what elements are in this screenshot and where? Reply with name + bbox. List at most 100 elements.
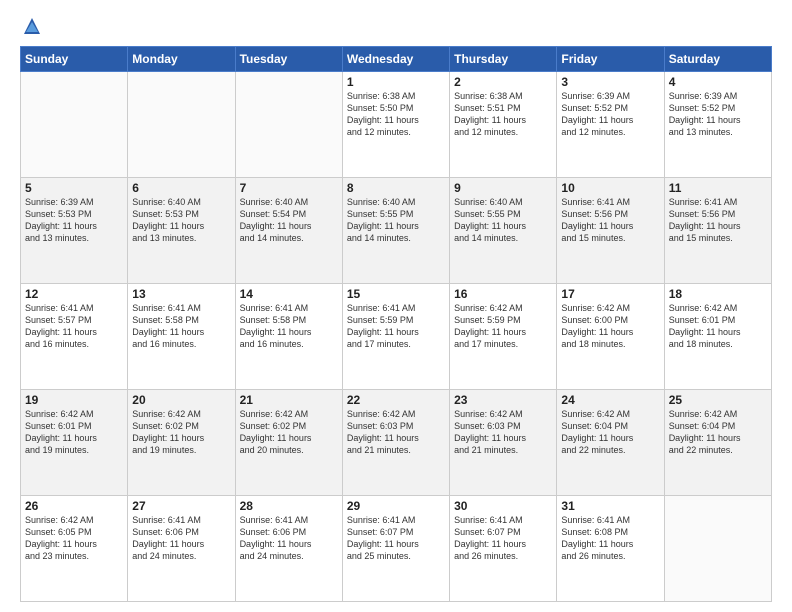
day-info: Sunrise: 6:38 AM Sunset: 5:50 PM Dayligh…	[347, 90, 445, 139]
calendar-cell: 16Sunrise: 6:42 AM Sunset: 5:59 PM Dayli…	[450, 284, 557, 390]
logo	[20, 16, 42, 36]
day-info: Sunrise: 6:40 AM Sunset: 5:55 PM Dayligh…	[454, 196, 552, 245]
day-info: Sunrise: 6:41 AM Sunset: 6:08 PM Dayligh…	[561, 514, 659, 563]
day-number: 15	[347, 287, 445, 301]
calendar-cell: 5Sunrise: 6:39 AM Sunset: 5:53 PM Daylig…	[21, 178, 128, 284]
calendar-cell: 18Sunrise: 6:42 AM Sunset: 6:01 PM Dayli…	[664, 284, 771, 390]
day-info: Sunrise: 6:41 AM Sunset: 5:56 PM Dayligh…	[669, 196, 767, 245]
calendar-day-header: Monday	[128, 47, 235, 72]
day-number: 24	[561, 393, 659, 407]
calendar-cell: 10Sunrise: 6:41 AM Sunset: 5:56 PM Dayli…	[557, 178, 664, 284]
day-number: 4	[669, 75, 767, 89]
day-info: Sunrise: 6:42 AM Sunset: 6:03 PM Dayligh…	[454, 408, 552, 457]
day-number: 12	[25, 287, 123, 301]
day-info: Sunrise: 6:41 AM Sunset: 5:58 PM Dayligh…	[240, 302, 338, 351]
day-info: Sunrise: 6:41 AM Sunset: 6:06 PM Dayligh…	[132, 514, 230, 563]
day-number: 20	[132, 393, 230, 407]
day-number: 25	[669, 393, 767, 407]
calendar-day-header: Friday	[557, 47, 664, 72]
calendar-cell: 1Sunrise: 6:38 AM Sunset: 5:50 PM Daylig…	[342, 72, 449, 178]
header	[20, 16, 772, 36]
day-info: Sunrise: 6:41 AM Sunset: 6:07 PM Dayligh…	[454, 514, 552, 563]
calendar-cell: 29Sunrise: 6:41 AM Sunset: 6:07 PM Dayli…	[342, 496, 449, 602]
day-number: 5	[25, 181, 123, 195]
calendar-cell: 22Sunrise: 6:42 AM Sunset: 6:03 PM Dayli…	[342, 390, 449, 496]
calendar-day-header: Saturday	[664, 47, 771, 72]
day-info: Sunrise: 6:42 AM Sunset: 5:59 PM Dayligh…	[454, 302, 552, 351]
day-number: 27	[132, 499, 230, 513]
calendar-cell: 2Sunrise: 6:38 AM Sunset: 5:51 PM Daylig…	[450, 72, 557, 178]
day-number: 9	[454, 181, 552, 195]
day-info: Sunrise: 6:42 AM Sunset: 6:00 PM Dayligh…	[561, 302, 659, 351]
day-number: 7	[240, 181, 338, 195]
calendar-cell: 21Sunrise: 6:42 AM Sunset: 6:02 PM Dayli…	[235, 390, 342, 496]
day-number: 3	[561, 75, 659, 89]
calendar-week-row: 5Sunrise: 6:39 AM Sunset: 5:53 PM Daylig…	[21, 178, 772, 284]
day-number: 31	[561, 499, 659, 513]
calendar-cell	[235, 72, 342, 178]
day-number: 29	[347, 499, 445, 513]
calendar-cell: 8Sunrise: 6:40 AM Sunset: 5:55 PM Daylig…	[342, 178, 449, 284]
calendar-cell: 9Sunrise: 6:40 AM Sunset: 5:55 PM Daylig…	[450, 178, 557, 284]
calendar-cell	[128, 72, 235, 178]
calendar-table: SundayMondayTuesdayWednesdayThursdayFrid…	[20, 46, 772, 602]
calendar-cell: 24Sunrise: 6:42 AM Sunset: 6:04 PM Dayli…	[557, 390, 664, 496]
day-info: Sunrise: 6:41 AM Sunset: 6:06 PM Dayligh…	[240, 514, 338, 563]
day-number: 10	[561, 181, 659, 195]
calendar-cell: 31Sunrise: 6:41 AM Sunset: 6:08 PM Dayli…	[557, 496, 664, 602]
day-number: 28	[240, 499, 338, 513]
calendar-cell: 7Sunrise: 6:40 AM Sunset: 5:54 PM Daylig…	[235, 178, 342, 284]
day-number: 11	[669, 181, 767, 195]
calendar-cell: 6Sunrise: 6:40 AM Sunset: 5:53 PM Daylig…	[128, 178, 235, 284]
day-number: 18	[669, 287, 767, 301]
calendar-cell: 11Sunrise: 6:41 AM Sunset: 5:56 PM Dayli…	[664, 178, 771, 284]
day-number: 26	[25, 499, 123, 513]
day-info: Sunrise: 6:42 AM Sunset: 6:02 PM Dayligh…	[132, 408, 230, 457]
calendar-week-row: 12Sunrise: 6:41 AM Sunset: 5:57 PM Dayli…	[21, 284, 772, 390]
day-number: 30	[454, 499, 552, 513]
calendar-cell: 17Sunrise: 6:42 AM Sunset: 6:00 PM Dayli…	[557, 284, 664, 390]
day-info: Sunrise: 6:42 AM Sunset: 6:02 PM Dayligh…	[240, 408, 338, 457]
day-info: Sunrise: 6:39 AM Sunset: 5:52 PM Dayligh…	[561, 90, 659, 139]
day-info: Sunrise: 6:42 AM Sunset: 6:01 PM Dayligh…	[669, 302, 767, 351]
day-number: 6	[132, 181, 230, 195]
day-number: 14	[240, 287, 338, 301]
calendar-cell: 19Sunrise: 6:42 AM Sunset: 6:01 PM Dayli…	[21, 390, 128, 496]
day-info: Sunrise: 6:40 AM Sunset: 5:53 PM Dayligh…	[132, 196, 230, 245]
calendar-day-header: Tuesday	[235, 47, 342, 72]
calendar-cell	[664, 496, 771, 602]
calendar-cell: 3Sunrise: 6:39 AM Sunset: 5:52 PM Daylig…	[557, 72, 664, 178]
day-info: Sunrise: 6:40 AM Sunset: 5:55 PM Dayligh…	[347, 196, 445, 245]
logo-icon	[22, 16, 42, 36]
page: SundayMondayTuesdayWednesdayThursdayFrid…	[0, 0, 792, 612]
calendar-cell: 13Sunrise: 6:41 AM Sunset: 5:58 PM Dayli…	[128, 284, 235, 390]
day-number: 8	[347, 181, 445, 195]
calendar-cell: 14Sunrise: 6:41 AM Sunset: 5:58 PM Dayli…	[235, 284, 342, 390]
day-number: 23	[454, 393, 552, 407]
calendar-cell: 23Sunrise: 6:42 AM Sunset: 6:03 PM Dayli…	[450, 390, 557, 496]
calendar-week-row: 19Sunrise: 6:42 AM Sunset: 6:01 PM Dayli…	[21, 390, 772, 496]
day-info: Sunrise: 6:39 AM Sunset: 5:53 PM Dayligh…	[25, 196, 123, 245]
calendar-day-header: Wednesday	[342, 47, 449, 72]
day-info: Sunrise: 6:41 AM Sunset: 5:58 PM Dayligh…	[132, 302, 230, 351]
calendar-cell: 28Sunrise: 6:41 AM Sunset: 6:06 PM Dayli…	[235, 496, 342, 602]
calendar-cell: 12Sunrise: 6:41 AM Sunset: 5:57 PM Dayli…	[21, 284, 128, 390]
day-info: Sunrise: 6:41 AM Sunset: 5:57 PM Dayligh…	[25, 302, 123, 351]
calendar-cell: 25Sunrise: 6:42 AM Sunset: 6:04 PM Dayli…	[664, 390, 771, 496]
day-number: 13	[132, 287, 230, 301]
day-number: 1	[347, 75, 445, 89]
calendar-cell: 20Sunrise: 6:42 AM Sunset: 6:02 PM Dayli…	[128, 390, 235, 496]
day-info: Sunrise: 6:42 AM Sunset: 6:04 PM Dayligh…	[561, 408, 659, 457]
day-info: Sunrise: 6:42 AM Sunset: 6:03 PM Dayligh…	[347, 408, 445, 457]
calendar-cell: 26Sunrise: 6:42 AM Sunset: 6:05 PM Dayli…	[21, 496, 128, 602]
calendar-cell: 30Sunrise: 6:41 AM Sunset: 6:07 PM Dayli…	[450, 496, 557, 602]
day-number: 2	[454, 75, 552, 89]
day-info: Sunrise: 6:42 AM Sunset: 6:05 PM Dayligh…	[25, 514, 123, 563]
day-info: Sunrise: 6:41 AM Sunset: 5:56 PM Dayligh…	[561, 196, 659, 245]
calendar-cell: 4Sunrise: 6:39 AM Sunset: 5:52 PM Daylig…	[664, 72, 771, 178]
day-number: 21	[240, 393, 338, 407]
day-info: Sunrise: 6:40 AM Sunset: 5:54 PM Dayligh…	[240, 196, 338, 245]
calendar-cell	[21, 72, 128, 178]
calendar-week-row: 1Sunrise: 6:38 AM Sunset: 5:50 PM Daylig…	[21, 72, 772, 178]
day-info: Sunrise: 6:42 AM Sunset: 6:01 PM Dayligh…	[25, 408, 123, 457]
